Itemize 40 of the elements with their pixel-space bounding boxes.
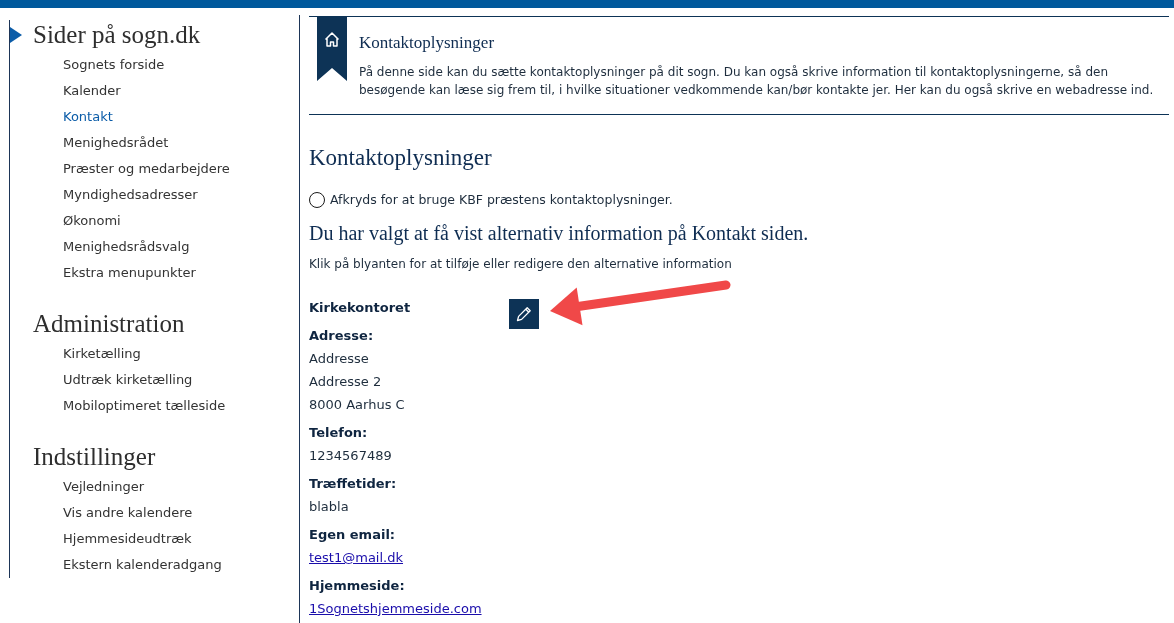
sidebar-link[interactable]: Vis andre kalendere	[63, 505, 193, 520]
sidebar-link[interactable]: Myndighedsadresser	[63, 187, 198, 202]
notice-text: Du har valgt at få vist alternativ information på Kontakt siden.	[309, 221, 810, 246]
sidebar-link[interactable]: Mobiloptimeret tælleside	[63, 398, 226, 413]
sidebar-link[interactable]: Ekstra menupunkter	[63, 265, 196, 280]
section-heading: Indstillinger	[33, 442, 156, 472]
sidebar-link[interactable]: Kontakt	[63, 109, 113, 124]
sidebar-link[interactable]: Kirketælling	[63, 346, 141, 361]
field-value: 1234567489	[309, 448, 392, 463]
sidebar-link[interactable]: Hjemmesideudtræk	[63, 531, 192, 546]
sidebar-link[interactable]: Præster og medarbejdere	[63, 161, 230, 176]
sidebar-link[interactable]: Ekstern kalenderadgang	[63, 557, 222, 572]
field-label: Adresse:	[309, 328, 374, 343]
contact-name: Kirkekontoret	[309, 300, 411, 315]
sidebar-link[interactable]: Sognets forside	[63, 57, 165, 72]
field-label: Telefon:	[309, 425, 368, 440]
sidebar-link[interactable]: Menighedsrådsvalg	[63, 239, 190, 254]
sidebar-link[interactable]: Udtræk kirketælling	[63, 372, 193, 387]
section-heading: Administration	[33, 309, 185, 339]
sidebar-link[interactable]: Økonomi	[63, 213, 121, 228]
edit-button[interactable]	[509, 299, 539, 329]
page-description: På denne side kan du sætte kontaktoplysninger på dit sogn. Du kan også skrive information til kontaktoplysningerne, så den besøgende kan læse sig frem til, i hvilke situationer vedkommende kan/bør kontakte jer. Her kan du også skrive en webadresse ind.	[359, 64, 1155, 99]
field-value: 8000 Aarhus C	[309, 397, 405, 412]
page-title: Kontaktoplysninger	[359, 32, 496, 54]
field-link[interactable]: 1Sognetshjemmeside.com	[309, 601, 482, 616]
section-title: Kontaktoplysninger	[309, 144, 493, 172]
field-label: Egen email:	[309, 527, 396, 542]
section-heading: Sider på sogn.dk	[33, 20, 201, 50]
pencil-icon	[516, 306, 532, 322]
field-label: Hjemmeside:	[309, 578, 405, 593]
sidebar-link[interactable]: Kalender	[63, 83, 121, 98]
radio-label: Afkryds for at bruge KBF præstens kontaktoplysninger.	[330, 191, 673, 209]
field-value: blabla	[309, 499, 349, 514]
field-link[interactable]: test1@mail.dk	[309, 550, 403, 565]
field-value: Addresse	[309, 351, 369, 366]
sidebar-link[interactable]: Vejledninger	[63, 479, 145, 494]
field-label: Træffetider:	[309, 476, 397, 491]
sidebar-link[interactable]: Menighedsrådet	[63, 135, 169, 150]
field-value: Addresse 2	[309, 374, 382, 389]
hint-text: Klik på blyanten for at tilføje eller redigere den alternative information	[309, 256, 733, 273]
